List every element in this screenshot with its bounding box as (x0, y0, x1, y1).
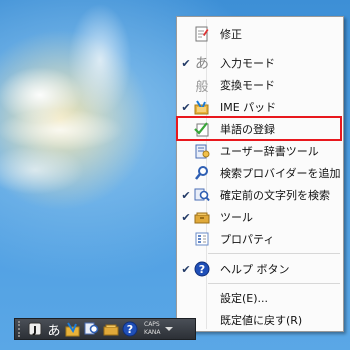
menu-item-properties[interactable]: プロパティ (179, 228, 341, 250)
svg-text:?: ? (199, 263, 205, 276)
properties-icon (194, 231, 210, 247)
menu-item-conversion-mode[interactable]: 般 変換モード (179, 74, 341, 96)
search-provider-icon (194, 165, 210, 181)
correct-icon (194, 26, 210, 42)
menu-item-label: プロパティ (220, 233, 275, 246)
menu-item-label: 単語の登録 (220, 123, 275, 136)
dropdown-arrow-icon[interactable] (164, 327, 173, 331)
menu-item-label: 確定前の文字列を検索 (220, 189, 330, 202)
menu-item-label: ユーザー辞書ツール (220, 145, 319, 158)
ime-pad-icon (194, 99, 210, 115)
check-icon: ✔ (181, 56, 191, 70)
grip-handle[interactable] (18, 321, 24, 337)
menu-item-ime-pad[interactable]: ✔ IME パッド (179, 96, 341, 118)
ime-icon[interactable]: J (27, 321, 43, 337)
menu-item-label: 修正 (220, 28, 242, 41)
tools-icon[interactable] (103, 321, 119, 337)
menu-item-restore-defaults[interactable]: 既定値に戻す(R) (179, 309, 341, 331)
menu-item-correct[interactable]: 修正 (179, 23, 341, 45)
caps-label: CAPS (144, 321, 160, 328)
menu-item-label: ヘルプ ボタン (220, 263, 290, 276)
menu-item-search-provider[interactable]: 検索プロバイダーを追加 (179, 162, 341, 184)
menu-item-label: 既定値に戻す(R) (220, 314, 303, 327)
search-before-confirm-icon (194, 187, 210, 203)
menu-item-input-mode[interactable]: ✔ あ 入力モード (179, 52, 341, 74)
conversion-mode-icon: 般 (195, 79, 209, 95)
menu-item-label: IME パッド (220, 101, 277, 114)
menu-item-label: 入力モード (220, 57, 275, 70)
menu-item-label: 変換モード (220, 79, 275, 92)
menu-separator (208, 283, 340, 284)
check-icon: ✔ (181, 100, 191, 114)
tools-icon (194, 209, 210, 225)
help-icon[interactable]: ? (122, 321, 138, 337)
ime-pad-icon[interactable] (65, 321, 81, 337)
menu-item-label: 検索プロバイダーを追加 (220, 167, 341, 180)
menu-item-settings[interactable]: 設定(E)... (179, 287, 341, 309)
check-icon: ✔ (181, 262, 191, 276)
ime-context-menu: 修正 ✔ あ 入力モード 般 変換モード ✔ IME パッド 単語の登録 ユーザ… (176, 16, 344, 332)
svg-text:J: J (32, 325, 37, 336)
menu-item-label: 設定(E)... (220, 292, 269, 305)
kana-label: KANA (144, 329, 161, 336)
check-icon: ✔ (181, 188, 191, 202)
menu-separator (208, 253, 340, 254)
hiragana-a-icon: あ (195, 56, 209, 72)
menu-item-word-register[interactable]: 単語の登録 (179, 118, 341, 140)
ime-language-bar: J あ ? CAPS KANA (14, 318, 196, 340)
search-before-confirm-icon[interactable] (84, 321, 100, 337)
menu-item-label: ツール (220, 211, 253, 224)
menu-item-user-dictionary[interactable]: ユーザー辞書ツール (179, 140, 341, 162)
input-mode-button[interactable]: あ (46, 321, 62, 339)
user-dictionary-icon (194, 143, 210, 159)
check-icon: ✔ (181, 210, 191, 224)
menu-item-tools[interactable]: ✔ ツール (179, 206, 341, 228)
menu-item-help-button[interactable]: ✔ ? ヘルプ ボタン (179, 258, 341, 280)
svg-text:?: ? (127, 323, 133, 336)
word-register-icon (194, 121, 210, 137)
caps-kana-indicator: CAPS KANA (144, 321, 161, 337)
help-icon: ? (194, 261, 210, 277)
menu-item-search-before-confirm[interactable]: ✔ 確定前の文字列を検索 (179, 184, 341, 206)
